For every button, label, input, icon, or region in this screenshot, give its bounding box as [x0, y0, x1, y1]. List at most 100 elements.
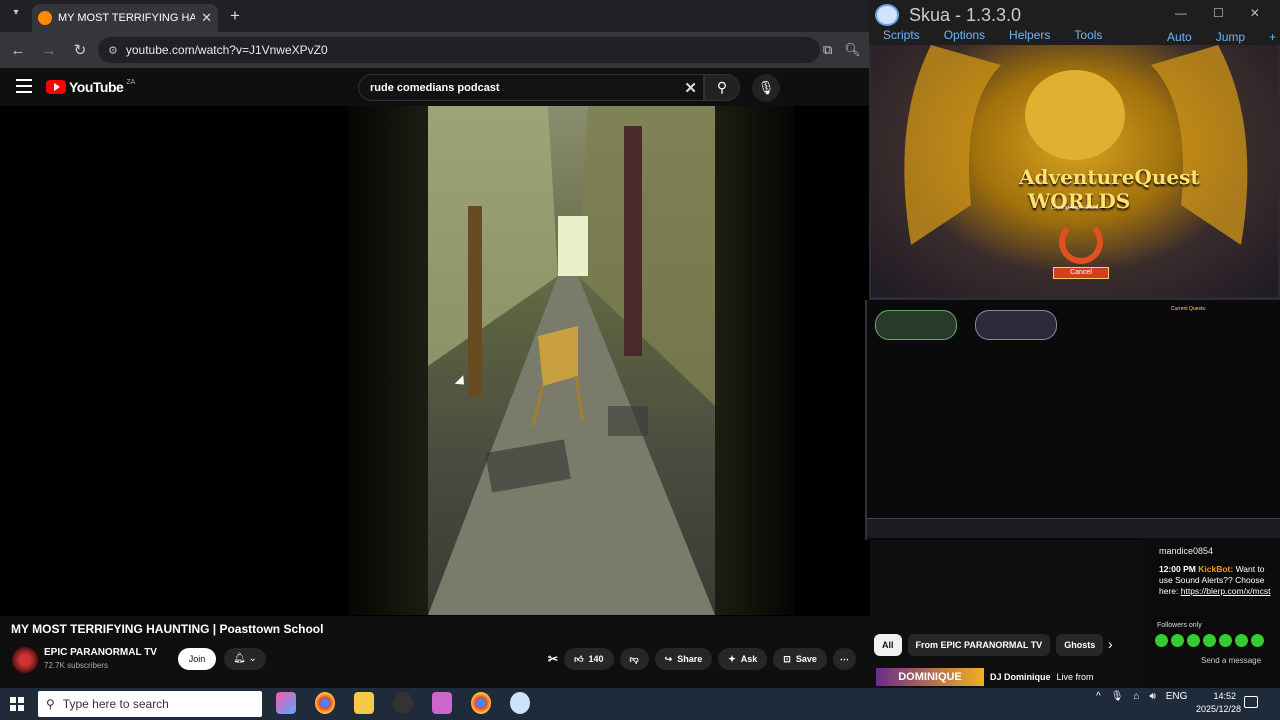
cancel-button[interactable]: Cancel: [1053, 267, 1109, 279]
menu-scripts[interactable]: Scripts: [883, 28, 920, 42]
video-ambient-right: [715, 106, 795, 615]
skua-taskbar-icon[interactable]: [510, 692, 530, 714]
menu-helpers[interactable]: Helpers: [1009, 28, 1050, 42]
site-info-icon[interactable]: ⚙: [108, 44, 118, 57]
skua-title: Skua - 1.3.3.0: [909, 5, 1022, 25]
chip-ghosts[interactable]: Ghosts: [1056, 634, 1104, 656]
chat-time: 12:00 PM: [1159, 564, 1196, 574]
channel-avatar[interactable]: [12, 647, 38, 673]
language-indicator[interactable]: ENG: [1166, 691, 1188, 702]
browser-nav-bar: ← → ↻ ⚙ youtube.com/watch?v=J1VnweXPvZ0 …: [0, 32, 870, 68]
close-icon[interactable]: ✕: [1250, 6, 1260, 20]
install-app-icon[interactable]: ⧉: [823, 42, 832, 58]
channel-name[interactable]: EPIC PARANORMAL TV: [44, 647, 157, 658]
join-button[interactable]: Join: [178, 648, 216, 670]
emote-row[interactable]: [1155, 634, 1264, 647]
related-chips: All From EPIC PARANORMAL TV Ghosts: [874, 634, 1104, 656]
skua-title-bar: Skua - 1.3.3.0 — ☐ ✕ Scripts Options Hel…: [869, 0, 1280, 45]
chevron-right-icon[interactable]: ›: [1108, 636, 1113, 652]
reload-icon[interactable]: ↻: [67, 37, 93, 63]
recommendation-thumbnail: DOMINIQUE: [876, 668, 984, 686]
app-icon[interactable]: [432, 692, 452, 714]
chat-bot-name: KickBot:: [1198, 564, 1234, 574]
subscriber-count: 72.7K subscribers: [44, 661, 109, 670]
video-frame[interactable]: [428, 106, 715, 615]
menu-options[interactable]: Options: [944, 28, 985, 42]
search-placeholder: Type here to search: [62, 697, 169, 711]
recommendation-item[interactable]: DOMINIQUE DJ Dominique Live from: [876, 668, 1141, 686]
address-bar[interactable]: ⚙ youtube.com/watch?v=J1VnweXPvZ0: [98, 37, 820, 63]
menu-jump[interactable]: Jump: [1216, 30, 1245, 44]
action-bar[interactable]: [867, 518, 1280, 538]
menu-tools[interactable]: Tools: [1074, 28, 1102, 42]
obs-icon[interactable]: [393, 692, 413, 714]
back-icon[interactable]: ←: [5, 37, 31, 63]
search-button[interactable]: ⚲: [704, 74, 740, 101]
browser-tab[interactable]: MY MOST TERRIFYING HAU ✕: [32, 4, 218, 32]
clip-icon[interactable]: ✂: [548, 648, 558, 670]
tab-title: MY MOST TERRIFYING HAU: [58, 12, 196, 24]
taskbar-clock[interactable]: 14:52 2025/12/28: [1196, 690, 1241, 716]
video-actions: ✂ 👍︎ 140 👎︎ ↪ Share ✦ Ask ⊡ Save ⋯: [548, 648, 856, 670]
sparkle-icon: ✦: [728, 653, 736, 664]
notification-bell-button[interactable]: 🔔︎ ⌄: [224, 648, 266, 670]
notification-icon[interactable]: [1244, 696, 1258, 708]
video-player[interactable]: [0, 106, 870, 616]
forward-icon[interactable]: →: [36, 37, 62, 63]
dislike-button[interactable]: 👎︎: [619, 648, 649, 670]
windows-start-icon[interactable]: [10, 697, 24, 711]
chat-panel: mandice0854 12:00 PM KickBot: Want to us…: [1143, 540, 1280, 688]
share-button[interactable]: ↪ Share: [654, 648, 713, 670]
game-client-view[interactable]: Current Quests:: [865, 300, 1280, 540]
menu-auto[interactable]: Auto: [1167, 30, 1192, 44]
skua-logo-icon: [875, 4, 899, 26]
new-tab-button[interactable]: +: [226, 6, 244, 26]
recommendation-live: Live from: [1056, 672, 1094, 682]
thumbs-up-icon: 👍︎: [574, 653, 584, 664]
window-controls: — ☐ ✕: [1175, 6, 1260, 20]
search-icon: ⚲: [46, 697, 55, 711]
youtube-logo-text: YouTube: [69, 79, 124, 95]
chip-from-channel[interactable]: From EPIC PARANORMAL TV: [907, 634, 1051, 656]
chat-link[interactable]: https://blerp.com/x/mcst: [1181, 586, 1271, 596]
like-button[interactable]: 👍︎ 140: [564, 648, 614, 670]
network-icon[interactable]: ⌂: [1133, 691, 1139, 702]
bookmark-icon: ⊡: [783, 653, 791, 664]
close-tab-icon[interactable]: ✕: [201, 10, 212, 26]
chip-all[interactable]: All: [874, 634, 902, 656]
chevron-up-icon[interactable]: ^: [1096, 691, 1101, 702]
game-loading-screen[interactable]: AdventureQuest WORLDS Loading Map... 100…: [871, 45, 1278, 297]
share-label: Share: [677, 654, 703, 664]
loading-spinner-icon: [1059, 220, 1103, 264]
maximize-icon[interactable]: ☐: [1213, 6, 1224, 20]
chrome-icon-2[interactable]: [471, 692, 491, 714]
more-actions-button[interactable]: ⋯: [832, 648, 856, 670]
video-title: MY MOST TERRIFYING HAUNTING | Poasttown …: [11, 622, 324, 636]
target-portrait: [975, 310, 1057, 340]
url-text: youtube.com/watch?v=J1VnweXPvZ0: [125, 43, 328, 57]
volume-icon[interactable]: 🔊︎: [1149, 691, 1155, 702]
mic-icon[interactable]: 🎙︎: [1111, 691, 1124, 702]
loading-text: Loading Map... 100%: [1051, 205, 1099, 211]
zoom-icon[interactable]: 🔍︎: [844, 42, 861, 58]
file-explorer-icon[interactable]: [354, 692, 374, 714]
taskbar-apps: [276, 692, 530, 714]
hallway-scene: [428, 106, 715, 615]
search-input[interactable]: rude comedians podcast ✕: [358, 74, 704, 101]
ask-button[interactable]: ✦ Ask: [718, 648, 768, 670]
quest-header: Current Quests:: [1171, 306, 1207, 312]
voice-search-icon[interactable]: 🎙︎: [752, 74, 780, 102]
youtube-logo[interactable]: YouTube ZA: [46, 79, 135, 95]
skua-right-menu: Auto Jump +: [1167, 30, 1276, 44]
hamburger-menu-icon[interactable]: [16, 79, 32, 93]
save-button[interactable]: ⊡ Save: [773, 648, 827, 670]
tab-list-button[interactable]: ▾: [6, 7, 26, 25]
taskbar-search-input[interactable]: ⚲ Type here to search: [38, 691, 262, 717]
followers-only-label: Followers only: [1157, 622, 1202, 629]
clear-search-icon[interactable]: ✕: [684, 79, 697, 97]
minimize-icon[interactable]: —: [1175, 6, 1187, 20]
chat-input[interactable]: Send a message: [1201, 656, 1261, 665]
chrome-icon[interactable]: [315, 692, 335, 714]
add-icon[interactable]: +: [1269, 30, 1276, 44]
copilot-icon[interactable]: [276, 692, 296, 714]
